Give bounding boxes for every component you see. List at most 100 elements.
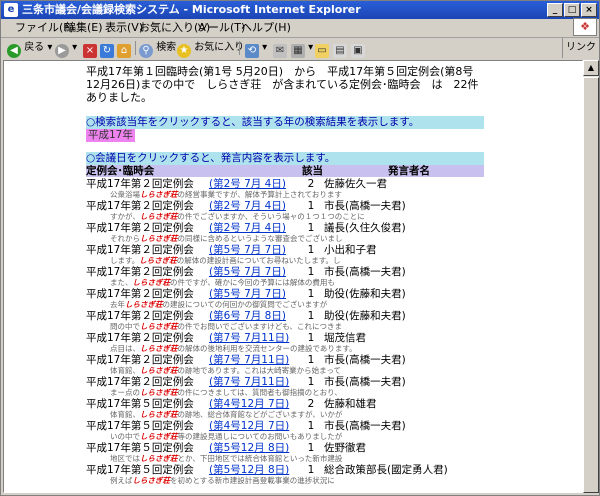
back-arrow-icon: ◀ [7,44,21,58]
menu-view[interactable]: 表示(V) [105,19,143,37]
hit-count: 1 [307,332,315,344]
header-count: 該当 [302,165,323,177]
meeting-date-link[interactable]: (第2号 7月 4日) [209,178,286,190]
page-content: 平成17年第１回臨時会(第1号 5月20日) から 平成17年第５回定例会(第8… [3,60,583,493]
discuss-icon: ▣ [351,44,365,58]
result-summary: 平成17年第１回臨時会(第1号 5月20日) から 平成17年第５回定例会(第8… [86,65,490,104]
keyword-highlight: しらさぎ荘 [140,410,178,419]
session-name: 平成17年第２回定例会 [86,266,194,278]
session-name: 平成17年第５回定例会 [86,420,194,432]
header-session: 定例会･臨時会 [86,165,155,177]
history-icon: ⟲ [245,44,259,58]
excerpt: また、しらさぎ荘の件ですが、確かに今回の予算には解体の費用も [110,278,335,287]
session-name: 平成17年第２回定例会 [86,244,194,256]
vertical-scrollbar[interactable]: ▲ [583,60,599,493]
close-button[interactable]: × [581,3,597,17]
stop-button[interactable]: × [83,38,97,58]
year-link[interactable]: 平成17年 [86,129,135,142]
keyword-highlight: しらさぎ荘 [125,300,163,309]
table-row: 平成17年第５回定例会 (第5号12月 8日) 1 総合政策部長(國定勇人君) 例えばし… [86,464,484,486]
meeting-date-link[interactable]: (第5号 7月 7日) [209,244,286,256]
hit-count: 1 [307,354,315,366]
meeting-date-link[interactable]: (第5号 7月 7日) [209,266,286,278]
refresh-button[interactable]: ↻ [100,38,114,58]
meeting-date-link[interactable]: (第7号 7月11日) [209,376,289,388]
hit-count: 2 [307,178,315,190]
discuss-button[interactable]: ▣ [351,38,365,58]
links-button[interactable]: リンク [562,38,599,58]
session-name: 平成17年第２回定例会 [86,222,194,234]
menu-edit[interactable]: 編集(E) [65,19,103,37]
meeting-date-link[interactable]: (第5号 7月 7日) [209,288,286,300]
meeting-date-link[interactable]: (第5号12月 8日) [209,442,289,454]
menu-help[interactable]: ヘルプ(H) [241,19,291,37]
speaker-name: 市長(高橋一夫君) [324,376,406,388]
session-name: 平成17年第２回定例会 [86,200,194,212]
table-row: 平成17年第２回定例会 (第7号 7月11日) 1 市長(高橋一夫君) まー点のしらさぎ… [86,376,484,398]
excerpt: 体育館、しらさぎ荘の跡地であります。これは大崎寄業から始まって [110,366,341,375]
session-name: 平成17年第２回定例会 [86,354,194,366]
window-title: 三条市議会/会議録検索システム - Microsoft Internet Exp… [22,3,361,16]
hit-count: 1 [307,310,315,322]
history-button[interactable]: ⟲ ▾ [245,38,267,58]
hit-count: 1 [307,266,315,278]
table-row: 平成17年第２回定例会 (第5号 7月 7日) 1 小出和子君 します。しらさぎ荘の解体… [86,244,484,266]
folder-icon: ▭ [315,44,329,58]
hit-count: 1 [307,288,315,300]
meeting-date-link[interactable]: (第7号 7月11日) [209,332,289,344]
meeting-date-link[interactable]: (第7号 7月11日) [209,354,289,366]
meeting-date-link[interactable]: (第4号12月 7日) [209,420,289,432]
favorites-button[interactable]: ★ お気に入り [177,38,244,58]
refresh-icon: ↻ [100,44,114,58]
session-name: 平成17年第５回定例会 [86,398,194,410]
menu-tools[interactable]: ツール(T) [197,19,245,37]
meeting-date-link[interactable]: (第5号12月 8日) [209,464,289,476]
speaker-name: 助役(佐藤和夫君) [324,310,406,322]
speaker-name: 助役(佐藤和夫君) [324,288,406,300]
forward-button[interactable]: ▶ ▾ [55,38,77,58]
header-speaker: 発言者名 [388,165,430,177]
home-button[interactable]: ⌂ [117,38,131,58]
table-row: 平成17年第２回定例会 (第5号 7月 7日) 1 市長(高橋一夫君) また、しらさぎ荘… [86,266,484,288]
speaker-name: 市長(高橋一夫君) [324,266,406,278]
table-row: 平成17年第５回定例会 (第4号12月 7日) 2 佐藤和雄君 体育館、しらさぎ荘の跡地… [86,398,484,420]
mail-button[interactable]: ✉ [273,38,287,58]
keyword-highlight: しらさぎ荘 [140,388,178,397]
session-name: 平成17年第５回定例会 [86,442,194,454]
mail-icon: ✉ [273,44,287,58]
scroll-up-button[interactable]: ▲ [583,60,599,76]
maximize-button[interactable]: □ [564,3,580,17]
hit-count: 1 [307,420,315,432]
meeting-date-link[interactable]: (第6号 7月 8日) [209,310,286,322]
speaker-name: 佐藤佐久一君 [324,178,387,190]
edit-button[interactable]: ▭ [315,38,329,58]
browser-window: e 三条市議会/会議録検索システム - Microsoft Internet E… [0,0,600,496]
speaker-name: 市長(高橋一夫君) [324,354,406,366]
scroll-thumb[interactable] [583,77,599,493]
grid-icon: ▤ [333,44,347,58]
hit-count: 2 [307,398,315,410]
print-button[interactable]: ▦ ▾ [291,38,313,58]
minimize-button[interactable]: _ [547,3,563,17]
meeting-date-link[interactable]: (第4号12月 7日) [209,398,289,410]
meeting-date-link[interactable]: (第2号 7月 4日) [209,200,286,212]
hit-count: 1 [307,376,315,388]
table-row: 平成17年第２回定例会 (第6号 7月 8日) 1 助役(佐藤和夫君) 問の中でしらさぎ… [86,310,484,332]
keyword-highlight: しらさぎ荘 [132,278,171,287]
table-row: 平成17年第２回定例会 (第5号 7月 7日) 1 助役(佐藤和夫君) 去年しらさぎ荘の… [86,288,484,310]
session-name: 平成17年第２回定例会 [86,288,194,300]
messenger-button[interactable]: ▤ [333,38,347,58]
meeting-date-link[interactable]: (第2号 7月 4日) [209,222,286,234]
search-button[interactable]: ⚲ 検索 [139,38,176,58]
excerpt: 公衆浴場しらさぎ荘の経営事業ですが、解体予算計上されております [110,190,342,199]
keyword-highlight: しらさぎ荘 [140,366,178,375]
keyword-highlight: しらさぎ荘 [140,454,178,463]
ie-icon: e [4,3,18,17]
excerpt: それからしらさぎ荘の同様に含めるというような審査会でございまし [110,234,343,243]
back-button[interactable]: ◀ 戻る ▾ [7,38,52,58]
session-name: 平成17年第５回定例会 [86,464,194,476]
speaker-name: 市長(高橋一夫君) [324,420,406,432]
session-name: 平成17年第２回定例会 [86,178,194,190]
excerpt: まー点のしらさぎ荘の件につきましては、質問者も御指摘のとおり、 [110,388,342,397]
menu-bar: ファイル(F) 編集(E) 表示(V) お気に入り(A) ツール(T) ヘルプ(… [1,18,599,38]
